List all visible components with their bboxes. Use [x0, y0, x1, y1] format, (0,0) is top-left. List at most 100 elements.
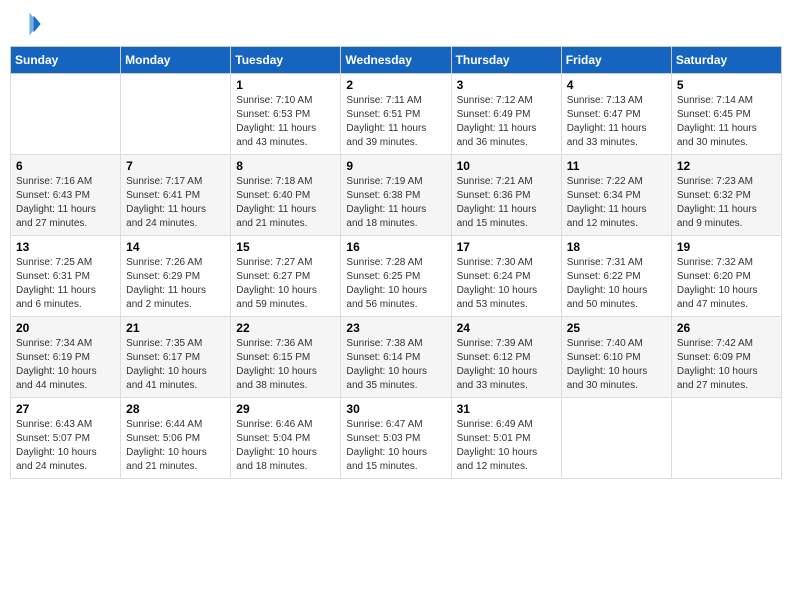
- day-number: 14: [126, 240, 225, 254]
- cell-detail: Sunrise: 7:38 AM Sunset: 6:14 PM Dayligh…: [346, 337, 445, 393]
- day-number: 13: [16, 240, 115, 254]
- cell-detail: Sunrise: 7:30 AM Sunset: 6:24 PM Dayligh…: [457, 256, 556, 312]
- day-header-saturday: Saturday: [671, 47, 781, 74]
- cell-detail: Sunrise: 6:47 AM Sunset: 5:03 PM Dayligh…: [346, 418, 445, 474]
- calendar-cell: 28 Sunrise: 6:44 AM Sunset: 5:06 PM Dayli…: [121, 398, 231, 479]
- cell-detail: Sunrise: 6:44 AM Sunset: 5:06 PM Dayligh…: [126, 418, 225, 474]
- calendar-cell: 11 Sunrise: 7:22 AM Sunset: 6:34 PM Dayli…: [561, 155, 671, 236]
- calendar-cell: 8 Sunrise: 7:18 AM Sunset: 6:40 PM Daylig…: [231, 155, 341, 236]
- day-number: 17: [457, 240, 556, 254]
- calendar-table: SundayMondayTuesdayWednesdayThursdayFrid…: [10, 46, 782, 479]
- day-number: 1: [236, 78, 335, 92]
- day-number: 6: [16, 159, 115, 173]
- cell-detail: Sunrise: 7:27 AM Sunset: 6:27 PM Dayligh…: [236, 256, 335, 312]
- day-number: 25: [567, 321, 666, 335]
- calendar-week-row: 20Sunrise: 7:34 AM Sunset: 6:19 PM Dayli…: [11, 317, 782, 398]
- calendar-cell: 2 Sunrise: 7:11 AM Sunset: 6:51 PM Daylig…: [341, 74, 451, 155]
- calendar-week-row: 1 Sunrise: 7:10 AM Sunset: 6:53 PM Daylig…: [11, 74, 782, 155]
- calendar-cell: 20Sunrise: 7:34 AM Sunset: 6:19 PM Dayli…: [11, 317, 121, 398]
- day-number: 10: [457, 159, 556, 173]
- calendar-cell: 31Sunrise: 6:49 AM Sunset: 5:01 PM Dayli…: [451, 398, 561, 479]
- day-number: 3: [457, 78, 556, 92]
- day-number: 19: [677, 240, 776, 254]
- cell-detail: Sunrise: 7:22 AM Sunset: 6:34 PM Dayligh…: [567, 175, 666, 231]
- cell-detail: Sunrise: 7:26 AM Sunset: 6:29 PM Dayligh…: [126, 256, 225, 312]
- calendar-cell: 7 Sunrise: 7:17 AM Sunset: 6:41 PM Daylig…: [121, 155, 231, 236]
- cell-detail: Sunrise: 6:46 AM Sunset: 5:04 PM Dayligh…: [236, 418, 335, 474]
- day-number: 28: [126, 402, 225, 416]
- calendar-cell: 18Sunrise: 7:31 AM Sunset: 6:22 PM Dayli…: [561, 236, 671, 317]
- calendar-cell: 29 Sunrise: 6:46 AM Sunset: 5:04 PM Dayli…: [231, 398, 341, 479]
- cell-detail: Sunrise: 7:21 AM Sunset: 6:36 PM Dayligh…: [457, 175, 556, 231]
- day-number: 2: [346, 78, 445, 92]
- calendar-cell: 22 Sunrise: 7:36 AM Sunset: 6:15 PM Dayli…: [231, 317, 341, 398]
- day-number: 31: [457, 402, 556, 416]
- calendar-cell: [671, 398, 781, 479]
- day-number: 22: [236, 321, 335, 335]
- day-number: 23: [346, 321, 445, 335]
- calendar-cell: 4 Sunrise: 7:13 AM Sunset: 6:47 PM Daylig…: [561, 74, 671, 155]
- cell-detail: Sunrise: 7:23 AM Sunset: 6:32 PM Dayligh…: [677, 175, 776, 231]
- cell-detail: Sunrise: 7:16 AM Sunset: 6:43 PM Dayligh…: [16, 175, 115, 231]
- logo: [14, 10, 44, 38]
- page-header: [10, 10, 782, 38]
- cell-detail: Sunrise: 7:31 AM Sunset: 6:22 PM Dayligh…: [567, 256, 666, 312]
- calendar-cell: [11, 74, 121, 155]
- cell-detail: Sunrise: 7:19 AM Sunset: 6:38 PM Dayligh…: [346, 175, 445, 231]
- calendar-body: 1 Sunrise: 7:10 AM Sunset: 6:53 PM Daylig…: [11, 74, 782, 479]
- calendar-cell: 16Sunrise: 7:28 AM Sunset: 6:25 PM Dayli…: [341, 236, 451, 317]
- calendar-cell: 24Sunrise: 7:39 AM Sunset: 6:12 PM Dayli…: [451, 317, 561, 398]
- day-header-thursday: Thursday: [451, 47, 561, 74]
- calendar-cell: 17 Sunrise: 7:30 AM Sunset: 6:24 PM Dayli…: [451, 236, 561, 317]
- calendar-cell: 14 Sunrise: 7:26 AM Sunset: 6:29 PM Dayli…: [121, 236, 231, 317]
- cell-detail: Sunrise: 7:25 AM Sunset: 6:31 PM Dayligh…: [16, 256, 115, 312]
- calendar-cell: 6 Sunrise: 7:16 AM Sunset: 6:43 PM Daylig…: [11, 155, 121, 236]
- cell-detail: Sunrise: 7:10 AM Sunset: 6:53 PM Dayligh…: [236, 94, 335, 150]
- cell-detail: Sunrise: 7:14 AM Sunset: 6:45 PM Dayligh…: [677, 94, 776, 150]
- calendar-cell: 23 Sunrise: 7:38 AM Sunset: 6:14 PM Dayli…: [341, 317, 451, 398]
- day-header-tuesday: Tuesday: [231, 47, 341, 74]
- day-number: 21: [126, 321, 225, 335]
- cell-detail: Sunrise: 7:32 AM Sunset: 6:20 PM Dayligh…: [677, 256, 776, 312]
- calendar-cell: 21 Sunrise: 7:35 AM Sunset: 6:17 PM Dayli…: [121, 317, 231, 398]
- day-number: 16: [346, 240, 445, 254]
- cell-detail: Sunrise: 7:42 AM Sunset: 6:09 PM Dayligh…: [677, 337, 776, 393]
- calendar-cell: 25Sunrise: 7:40 AM Sunset: 6:10 PM Dayli…: [561, 317, 671, 398]
- cell-detail: Sunrise: 7:17 AM Sunset: 6:41 PM Dayligh…: [126, 175, 225, 231]
- day-number: 11: [567, 159, 666, 173]
- day-number: 20: [16, 321, 115, 335]
- calendar-cell: 30 Sunrise: 6:47 AM Sunset: 5:03 PM Dayli…: [341, 398, 451, 479]
- calendar-week-row: 27 Sunrise: 6:43 AM Sunset: 5:07 PM Dayli…: [11, 398, 782, 479]
- calendar-header-row: SundayMondayTuesdayWednesdayThursdayFrid…: [11, 47, 782, 74]
- calendar-cell: 13 Sunrise: 7:25 AM Sunset: 6:31 PM Dayli…: [11, 236, 121, 317]
- cell-detail: Sunrise: 7:13 AM Sunset: 6:47 PM Dayligh…: [567, 94, 666, 150]
- calendar-cell: 10 Sunrise: 7:21 AM Sunset: 6:36 PM Dayli…: [451, 155, 561, 236]
- cell-detail: Sunrise: 7:11 AM Sunset: 6:51 PM Dayligh…: [346, 94, 445, 150]
- calendar-cell: 27 Sunrise: 6:43 AM Sunset: 5:07 PM Dayli…: [11, 398, 121, 479]
- calendar-cell: 1 Sunrise: 7:10 AM Sunset: 6:53 PM Daylig…: [231, 74, 341, 155]
- day-number: 30: [346, 402, 445, 416]
- logo-icon: [14, 10, 42, 38]
- cell-detail: Sunrise: 7:12 AM Sunset: 6:49 PM Dayligh…: [457, 94, 556, 150]
- day-number: 27: [16, 402, 115, 416]
- day-number: 8: [236, 159, 335, 173]
- calendar-cell: 3 Sunrise: 7:12 AM Sunset: 6:49 PM Daylig…: [451, 74, 561, 155]
- calendar-cell: 26Sunrise: 7:42 AM Sunset: 6:09 PM Dayli…: [671, 317, 781, 398]
- cell-detail: Sunrise: 7:39 AM Sunset: 6:12 PM Dayligh…: [457, 337, 556, 393]
- day-header-friday: Friday: [561, 47, 671, 74]
- day-number: 5: [677, 78, 776, 92]
- calendar-cell: 5 Sunrise: 7:14 AM Sunset: 6:45 PM Daylig…: [671, 74, 781, 155]
- cell-detail: Sunrise: 7:35 AM Sunset: 6:17 PM Dayligh…: [126, 337, 225, 393]
- calendar-cell: 19 Sunrise: 7:32 AM Sunset: 6:20 PM Dayli…: [671, 236, 781, 317]
- calendar-cell: 12Sunrise: 7:23 AM Sunset: 6:32 PM Dayli…: [671, 155, 781, 236]
- day-number: 7: [126, 159, 225, 173]
- day-number: 4: [567, 78, 666, 92]
- cell-detail: Sunrise: 6:43 AM Sunset: 5:07 PM Dayligh…: [16, 418, 115, 474]
- day-number: 15: [236, 240, 335, 254]
- cell-detail: Sunrise: 7:36 AM Sunset: 6:15 PM Dayligh…: [236, 337, 335, 393]
- calendar-week-row: 6 Sunrise: 7:16 AM Sunset: 6:43 PM Daylig…: [11, 155, 782, 236]
- day-number: 9: [346, 159, 445, 173]
- day-header-monday: Monday: [121, 47, 231, 74]
- cell-detail: Sunrise: 7:18 AM Sunset: 6:40 PM Dayligh…: [236, 175, 335, 231]
- day-number: 29: [236, 402, 335, 416]
